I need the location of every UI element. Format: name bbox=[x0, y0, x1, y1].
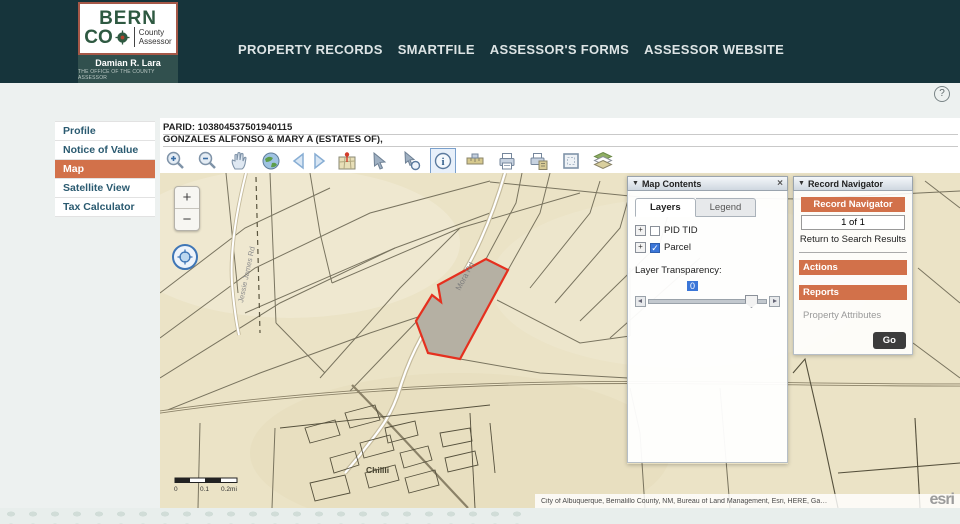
logo-divider bbox=[134, 27, 135, 47]
slider-thumb[interactable] bbox=[745, 295, 758, 308]
attribution-bar: City of Albuquerque, Bernalillo County, … bbox=[535, 494, 960, 508]
esri-logo: esri bbox=[930, 491, 954, 508]
collapse-triangle-icon[interactable]: ▼ bbox=[798, 180, 805, 187]
map-zoom-out-button[interactable]: − bbox=[175, 209, 199, 230]
export-map-icon[interactable] bbox=[526, 148, 552, 174]
scale-tick-0: 0 bbox=[174, 486, 178, 493]
record-navigator-body: Record Navigator 1 of 1 Return to Search… bbox=[793, 191, 913, 355]
property-attributes-link[interactable]: Property Attributes bbox=[799, 310, 907, 321]
select-pointer-icon[interactable] bbox=[366, 148, 392, 174]
logo-county-label: County bbox=[139, 28, 172, 37]
assessor-name: Damian R. Lara bbox=[95, 58, 161, 68]
tab-layers[interactable]: Layers bbox=[635, 198, 696, 217]
record-navigator-panel: ▼ Record Navigator Record Navigator 1 of… bbox=[793, 176, 913, 355]
locate-parcel-icon[interactable] bbox=[334, 148, 360, 174]
nav-assessor-website[interactable]: ASSESSOR WEBSITE bbox=[644, 42, 784, 57]
attribution-text: City of Albuquerque, Bernalillo County, … bbox=[535, 498, 960, 505]
measure-icon[interactable] bbox=[462, 148, 488, 174]
sidebar: Profile Notice of Value Map Satellite Vi… bbox=[55, 121, 155, 217]
map-zoom-in-button[interactable]: + bbox=[175, 187, 199, 209]
nav-assessors-forms[interactable]: ASSESSOR'S FORMS bbox=[490, 42, 629, 57]
go-button[interactable]: Go bbox=[873, 332, 906, 349]
map-contents-tabs: Layers Legend bbox=[635, 198, 780, 217]
transparency-slider bbox=[635, 296, 780, 307]
logo-line2: CO bbox=[84, 30, 113, 45]
expand-icon[interactable]: + bbox=[635, 242, 646, 253]
record-navigator-banner: Record Navigator bbox=[801, 197, 905, 212]
assessor-tagline: THE OFFICE OF THE COUNTY ASSESSOR bbox=[78, 69, 178, 81]
footer-decorative-pattern bbox=[0, 508, 528, 524]
sidebar-item-map[interactable]: Map bbox=[55, 160, 155, 179]
layers-icon[interactable] bbox=[590, 148, 616, 174]
map-contents-body: Layers Legend + PID TID + ✓ Parcel Layer… bbox=[627, 191, 788, 463]
full-screen-icon[interactable] bbox=[558, 148, 584, 174]
pid-tid-checkbox[interactable] bbox=[650, 226, 660, 236]
divider bbox=[799, 252, 907, 253]
slider-left-arrow-icon[interactable] bbox=[635, 296, 646, 307]
transparency-label: Layer Transparency: bbox=[635, 265, 780, 276]
locate-me-button[interactable] bbox=[172, 244, 198, 270]
app-header: BERN CO County Assessor Dam bbox=[0, 0, 960, 83]
help-icon[interactable]: ? bbox=[934, 86, 950, 102]
logo-assessor-label: Assessor bbox=[139, 37, 172, 46]
expand-icon[interactable]: + bbox=[635, 225, 646, 236]
assessor-name-strip: Damian R. Lara THE OFFICE OF THE COUNTY … bbox=[78, 55, 178, 83]
map-contents-header[interactable]: ▼ Map Contents × bbox=[627, 176, 788, 191]
sidebar-item-profile[interactable]: Profile bbox=[55, 122, 155, 141]
bernco-assessor-app: BERN CO County Assessor Dam bbox=[0, 0, 960, 524]
map-toolbar: i bbox=[162, 148, 958, 173]
close-icon[interactable]: × bbox=[777, 178, 783, 189]
logo-line1: BERN bbox=[99, 10, 157, 27]
return-to-search-results-link[interactable]: Return to Search Results bbox=[799, 234, 907, 245]
nav-smartfile[interactable]: SMARTFILE bbox=[398, 42, 475, 57]
zia-sun-icon bbox=[115, 30, 130, 45]
record-position-field[interactable]: 1 of 1 bbox=[801, 215, 905, 230]
bernco-logo[interactable]: BERN CO County Assessor bbox=[78, 2, 178, 55]
svg-text:i: i bbox=[441, 156, 444, 168]
identify-icon[interactable]: i bbox=[430, 148, 456, 174]
slider-track[interactable] bbox=[648, 299, 767, 304]
sidebar-item-notice-of-value[interactable]: Notice of Value bbox=[55, 141, 155, 160]
record-navigator-header[interactable]: ▼ Record Navigator bbox=[793, 176, 913, 191]
slider-right-arrow-icon[interactable] bbox=[769, 296, 780, 307]
town-label-chilili: Chilili bbox=[366, 465, 389, 475]
print-icon[interactable] bbox=[494, 148, 520, 174]
actions-section-bar[interactable]: Actions bbox=[799, 260, 907, 275]
pan-hand-icon[interactable] bbox=[226, 148, 252, 174]
layer-label-pid-tid: PID TID bbox=[664, 225, 698, 236]
next-extent-icon[interactable] bbox=[312, 148, 328, 174]
record-navigator-title: Record Navigator bbox=[808, 179, 883, 189]
map-zoom-control: + − bbox=[174, 186, 200, 231]
sidebar-item-satellite-view[interactable]: Satellite View bbox=[55, 179, 155, 198]
full-extent-globe-icon[interactable] bbox=[258, 148, 284, 174]
zoom-in-icon[interactable] bbox=[162, 148, 188, 174]
page-footer bbox=[0, 508, 960, 524]
map-contents-panel: ▼ Map Contents × Layers Legend + PID TID… bbox=[627, 176, 788, 464]
scale-tick-02: 0.2mi bbox=[221, 486, 237, 493]
sidebar-item-tax-calculator[interactable]: Tax Calculator bbox=[55, 198, 155, 217]
parcel-checkbox[interactable]: ✓ bbox=[650, 243, 660, 253]
layer-row-parcel: + ✓ Parcel bbox=[635, 242, 780, 253]
deselect-pointer-icon[interactable] bbox=[398, 148, 424, 174]
layer-row-pid-tid: + PID TID bbox=[635, 225, 780, 236]
collapse-triangle-icon[interactable]: ▼ bbox=[632, 180, 639, 187]
nav-property-records[interactable]: PROPERTY RECORDS bbox=[238, 42, 383, 57]
transparency-value: 0 bbox=[687, 281, 698, 291]
scale-tick-01: 0.1 bbox=[200, 486, 209, 493]
zoom-out-icon[interactable] bbox=[194, 148, 220, 174]
reports-section-bar[interactable]: Reports bbox=[799, 285, 907, 300]
map-contents-title: Map Contents bbox=[642, 179, 702, 189]
tab-legend[interactable]: Legend bbox=[696, 198, 757, 217]
layer-label-parcel: Parcel bbox=[664, 242, 691, 253]
owner-text: GONZALES ALFONSO & MARY A (ESTATES OF), bbox=[163, 134, 958, 147]
previous-extent-icon[interactable] bbox=[290, 148, 306, 174]
main-nav: PROPERTY RECORDS SMARTFILE ASSESSOR'S FO… bbox=[238, 42, 784, 57]
